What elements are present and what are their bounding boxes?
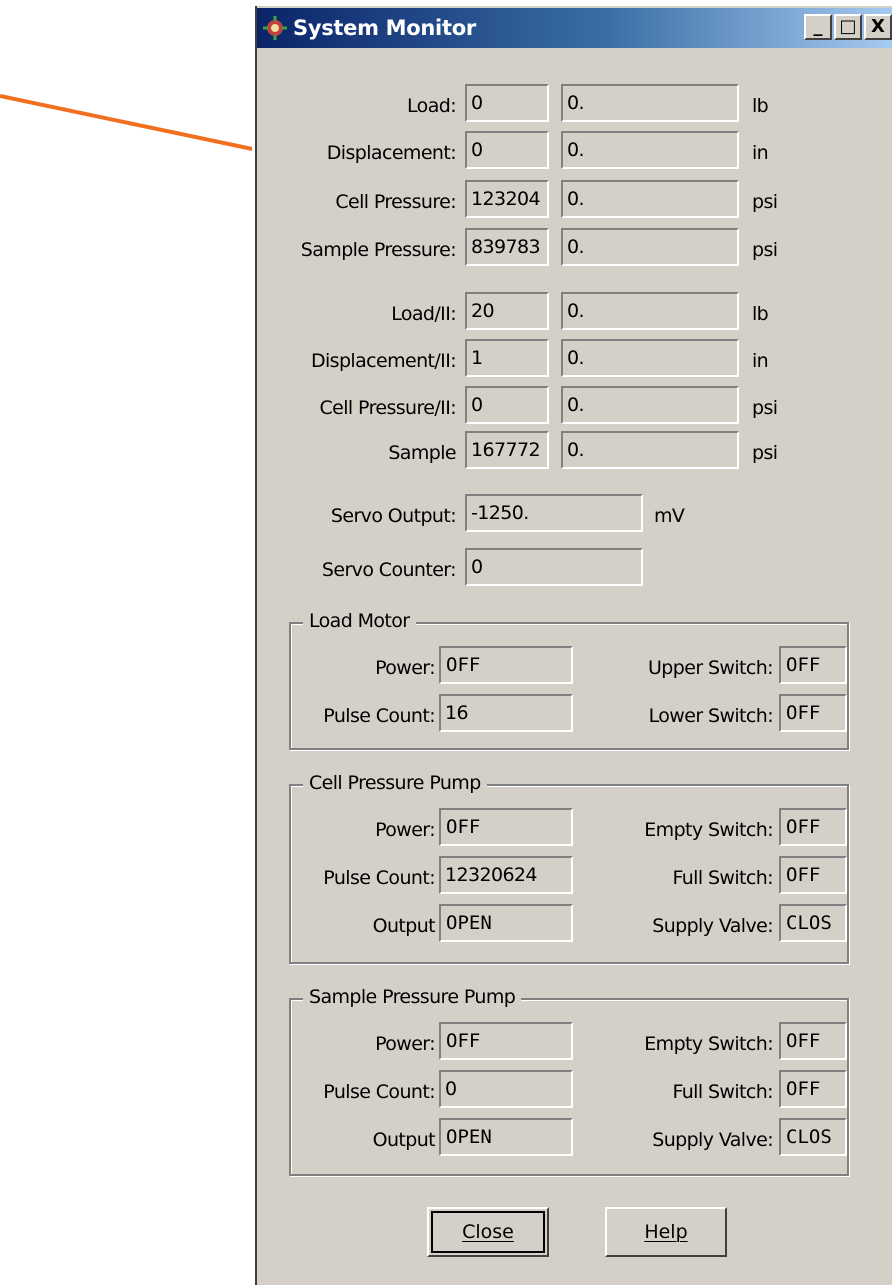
load-motor-power-field[interactable]: OFF <box>439 646 573 684</box>
sample-pump-full-label: Full Switch: <box>672 1081 773 1103</box>
sample-pressure-unit: psi <box>752 239 778 261</box>
sample-pump-power-label: Power: <box>375 1033 436 1055</box>
cell-pump-title: Cell Pressure Pump <box>303 772 487 794</box>
close-button-label: Close <box>462 1221 514 1243</box>
minimize-button[interactable]: _ <box>804 14 832 40</box>
servo-output-label: Servo Output: <box>330 505 457 527</box>
cell-pressure-ii-label: Cell Pressure/II: <box>319 397 457 419</box>
load-value-field[interactable]: 0. <box>561 84 739 122</box>
displacement-ii-value-field[interactable]: 0. <box>561 339 739 377</box>
sample-pressure-label: Sample Pressure: <box>300 239 457 261</box>
displacement-value-field[interactable]: 0. <box>561 131 739 169</box>
cell-pump-empty-label: Empty Switch: <box>644 819 773 841</box>
maximize-button[interactable]: □ <box>834 14 862 40</box>
title-bar[interactable]: System Monitor _ □ X <box>257 8 892 48</box>
cell-pressure-value-field[interactable]: 0. <box>561 180 739 218</box>
sample-pump-supply-label: Supply Valve: <box>652 1129 773 1151</box>
load-unit: lb <box>752 95 769 117</box>
sample-pressure-value-field[interactable]: 0. <box>561 228 739 266</box>
cell-pressure-raw-field[interactable]: 123204 <box>465 180 549 218</box>
sample-ii-unit: psi <box>752 442 778 464</box>
displacement-label: Displacement: <box>326 142 457 164</box>
servo-output-field[interactable]: -1250. <box>465 494 643 532</box>
displacement-unit: in <box>752 142 769 164</box>
cell-pump-power-label: Power: <box>375 819 436 841</box>
sample-ii-raw-field[interactable]: 167772 <box>465 431 549 469</box>
help-button[interactable]: Help <box>605 1207 727 1257</box>
cell-pump-empty-field[interactable]: OFF <box>779 808 847 846</box>
cell-pump-pulse-label: Pulse Count: <box>323 867 435 889</box>
load-ii-raw-field[interactable]: 20 <box>465 292 549 330</box>
cell-pump-output-field[interactable]: OPEN <box>439 904 573 942</box>
sample-pump-title: Sample Pressure Pump <box>303 986 522 1008</box>
sample-pump-output-field[interactable]: OPEN <box>439 1118 573 1156</box>
load-motor-power-label: Power: <box>375 657 436 679</box>
sample-pressure-pump-group: Sample Pressure Pump Power: OFF Pulse Co… <box>289 986 849 1176</box>
cell-pump-power-field[interactable]: OFF <box>439 808 573 846</box>
cell-pressure-ii-value-field[interactable]: 0. <box>561 386 739 424</box>
servo-output-unit: mV <box>654 505 685 527</box>
lower-switch-label: Lower Switch: <box>648 705 774 727</box>
app-gear-icon <box>263 16 287 40</box>
cell-pressure-pump-group: Cell Pressure Pump Power: OFF Pulse Coun… <box>289 772 849 964</box>
system-monitor-window: System Monitor _ □ X Load: 0 0. lb Displ… <box>252 6 892 1285</box>
cell-pressure-ii-unit: psi <box>752 397 778 419</box>
annotation-arrow <box>0 94 263 153</box>
window-title: System Monitor <box>293 16 476 40</box>
load-raw-field[interactable]: 0 <box>465 84 549 122</box>
cell-pressure-unit: psi <box>752 191 778 213</box>
cell-pump-full-label: Full Switch: <box>672 867 773 889</box>
sample-pump-full-field[interactable]: OFF <box>779 1070 847 1108</box>
close-window-button[interactable]: X <box>864 14 892 40</box>
sample-ii-label: Sample <box>388 442 456 464</box>
cell-pump-supply-field[interactable]: CLOS <box>779 904 847 942</box>
cell-pump-pulse-field[interactable]: 12320624 <box>439 856 573 894</box>
sample-pump-pulse-label: Pulse Count: <box>323 1081 435 1103</box>
load-motor-title: Load Motor <box>303 610 416 632</box>
load-motor-pulse-field[interactable]: 16 <box>439 694 573 732</box>
sample-pump-pulse-field[interactable]: 0 <box>439 1070 573 1108</box>
sample-ii-value-field[interactable]: 0. <box>561 431 739 469</box>
load-label: Load: <box>407 95 457 117</box>
displacement-ii-unit: in <box>752 350 769 372</box>
sample-pump-supply-field[interactable]: CLOS <box>779 1118 847 1156</box>
load-ii-value-field[interactable]: 0. <box>561 292 739 330</box>
sample-pump-empty-label: Empty Switch: <box>644 1033 773 1055</box>
lower-switch-field[interactable]: OFF <box>779 694 847 732</box>
cell-pump-full-field[interactable]: OFF <box>779 856 847 894</box>
load-motor-group: Load Motor Power: OFF Pulse Count: 16 Up… <box>289 610 849 750</box>
close-button[interactable]: Close <box>427 1207 549 1257</box>
servo-counter-label: Servo Counter: <box>321 559 457 581</box>
cell-pressure-ii-raw-field[interactable]: 0 <box>465 386 549 424</box>
sample-pump-output-label: Output <box>372 1129 436 1151</box>
load-ii-label: Load/II: <box>391 303 456 325</box>
load-ii-unit: lb <box>752 303 769 325</box>
upper-switch-field[interactable]: OFF <box>779 646 847 684</box>
displacement-raw-field[interactable]: 0 <box>465 131 549 169</box>
servo-counter-field[interactable]: 0 <box>465 548 643 586</box>
displacement-ii-raw-field[interactable]: 1 <box>465 339 549 377</box>
sample-pump-power-field[interactable]: OFF <box>439 1022 573 1060</box>
help-button-label: Help <box>644 1221 688 1243</box>
sample-pump-empty-field[interactable]: OFF <box>779 1022 847 1060</box>
sample-pressure-raw-field[interactable]: 839783 <box>465 228 549 266</box>
cell-pump-output-label: Output <box>372 915 436 937</box>
cell-pump-supply-label: Supply Valve: <box>652 915 773 937</box>
upper-switch-label: Upper Switch: <box>648 657 774 679</box>
displacement-ii-label: Displacement/II: <box>310 350 457 372</box>
cell-pressure-label: Cell Pressure: <box>335 191 456 213</box>
load-motor-pulse-label: Pulse Count: <box>323 705 435 727</box>
